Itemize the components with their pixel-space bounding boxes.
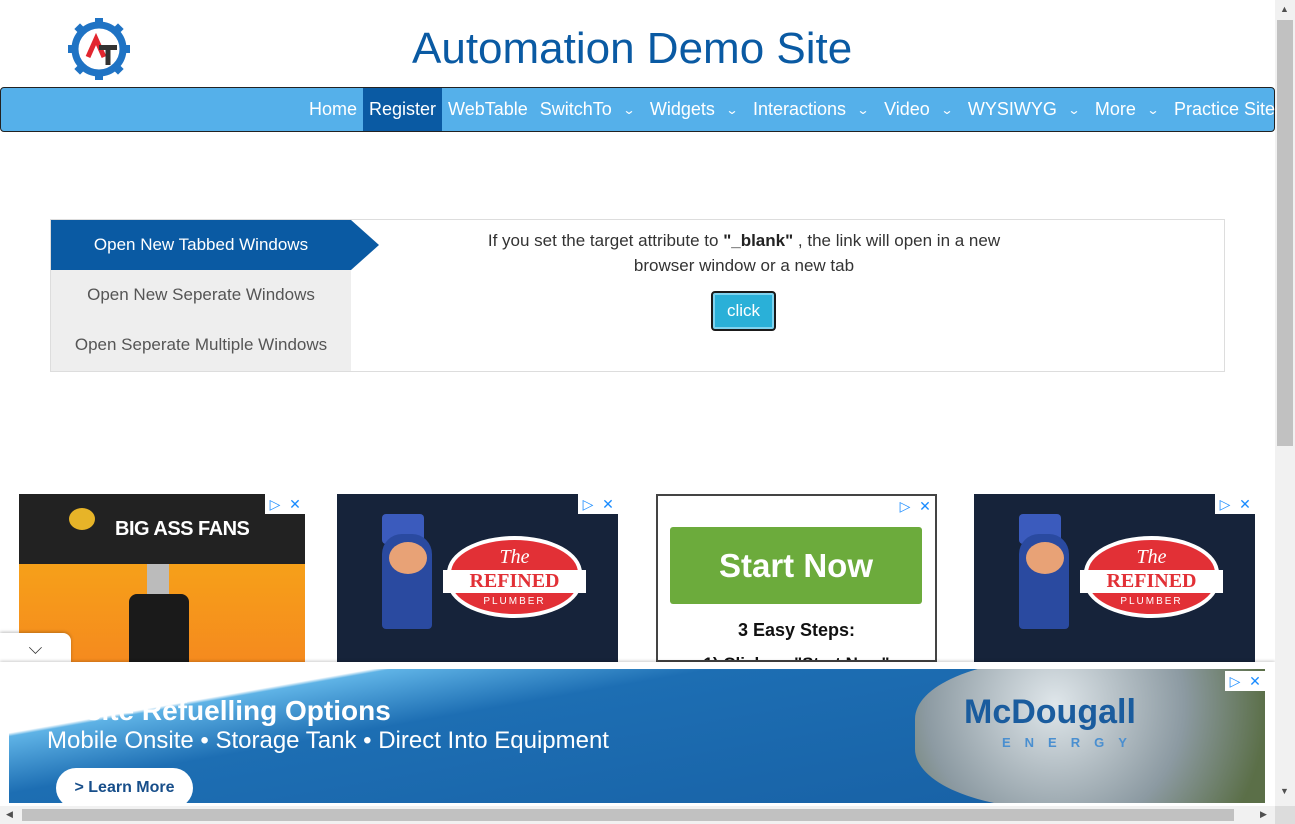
nav-menu: Home Register WebTable SwitchTo ⌄ Widgets… [303,88,1281,131]
start-now-button[interactable]: Start Now [670,527,922,604]
description-text: If you set the target attribute to [487,231,724,250]
fan-image [129,594,189,662]
learn-more-button[interactable]: > Learn More [56,768,193,803]
nav-item-home[interactable]: Home [303,88,363,131]
ad-step-text: 1) Click on "Start Now" [658,654,935,660]
nav-item-wysiwyg[interactable]: WYSIWYG ⌄ [962,88,1089,131]
refined-badge: The REFINED PLUMBER [443,536,586,618]
plumber-face [1026,542,1064,574]
tab-list: Open New Tabbed Windows Open New Seperat… [51,220,379,371]
chevron-down-icon: ⌄ [725,102,739,117]
chevron-down-icon: ⌄ [856,102,870,117]
badge-the: The [499,546,530,568]
close-icon[interactable]: ✕ [598,494,618,514]
adchoices-icon[interactable]: ▷ [1215,494,1235,514]
chevron-down-icon: ⌄ [1146,102,1160,117]
scroll-left-arrow-icon[interactable]: ◀ [6,809,13,820]
nav-item-practice-site[interactable]: Practice Site [1168,88,1281,131]
refined-badge: The REFINED PLUMBER [1080,536,1223,618]
nav-item-label: WYSIWYG [967,99,1057,119]
badge-sub: PLUMBER [483,596,546,607]
click-button[interactable]: click [711,291,776,331]
nav-item-interactions[interactable]: Interactions ⌄ [747,88,878,131]
chevron-down-icon: ⌄ [622,102,636,117]
anchor-ad-collapse-toggle[interactable]: ⌵ [0,633,71,663]
tab-open-new-seperate-windows[interactable]: Open New Seperate Windows [51,270,351,320]
nav-item-webtable[interactable]: WebTable [442,88,534,131]
ad-controls: ▷ ✕ [1215,494,1255,514]
ad-start-now[interactable]: Start Now 3 Easy Steps: 1) Click on "Sta… [656,494,937,662]
vertical-scrollbar[interactable]: ▲ ▼ [1275,0,1295,806]
tab-content: If you set the target attribute to "_bla… [351,220,1224,371]
nav-item-register[interactable]: Register [363,88,443,131]
tab-open-new-tabbed-windows[interactable]: Open New Tabbed Windows [51,220,379,270]
horizontal-scroll-thumb[interactable] [22,809,1234,821]
scroll-up-arrow-icon[interactable]: ▲ [1280,4,1289,14]
adchoices-icon[interactable]: ▷ [1225,671,1245,691]
nav-item-label: Interactions [752,99,847,119]
close-icon[interactable]: ✕ [1245,671,1265,691]
nav-item-more[interactable]: More ⌄ [1089,88,1168,131]
vertical-scroll-thumb[interactable] [1277,20,1293,446]
nav-item-label: Widgets [649,99,715,119]
close-icon[interactable]: ✕ [285,494,305,514]
ad-controls: ▷ ✕ [895,496,935,516]
ad-refined-plumber[interactable]: The REFINED PLUMBER ▷ ✕ [974,494,1255,662]
gear-logo-icon [68,18,130,80]
badge-sub: PLUMBER [1120,596,1183,607]
nav-item-label: Video [884,99,930,119]
ad-brand-sub: ENERGY [1002,735,1141,750]
nav-item-switchto[interactable]: SwitchTo ⌄ [534,88,644,131]
site-title: Automation Demo Site [412,24,853,73]
scroll-down-arrow-icon[interactable]: ▼ [1280,786,1289,796]
description-bold: "_blank" [723,231,794,250]
ad-headline: Onsite Refuelling Options [47,695,391,726]
nav-item-widgets[interactable]: Widgets ⌄ [644,88,747,131]
nav-item-label: Register [369,99,437,119]
anchor-ad-mcdougall[interactable]: Onsite Refuelling Options Mobile Onsite … [9,669,1265,803]
close-icon[interactable]: ✕ [915,496,935,516]
nav-item-label: Practice Site [1174,99,1276,119]
adchoices-icon[interactable]: ▷ [578,494,598,514]
close-icon[interactable]: ✕ [1235,494,1255,514]
nav-item-label: Home [309,99,358,119]
plumber-face [389,542,427,574]
brand-logo-icon [69,508,95,530]
scroll-right-arrow-icon[interactable]: ▶ [1260,809,1267,820]
horizontal-scrollbar[interactable]: ◀ ▶ [0,806,1275,824]
badge-the: The [1136,546,1167,568]
scrollbar-corner [1275,806,1295,824]
ad-steps-heading: 3 Easy Steps: [737,620,856,640]
badge-name: REFINED [1080,570,1223,593]
ad-refined-plumber[interactable]: The REFINED PLUMBER ▷ ✕ [337,494,618,662]
tab-open-seperate-multiple-windows[interactable]: Open Seperate Multiple Windows [51,320,351,370]
badge-name: REFINED [443,570,586,593]
adchoices-icon[interactable]: ▷ [895,496,915,516]
ad-brand: McDougall [964,693,1136,731]
windows-tab-panel: Open New Tabbed Windows Open New Seperat… [50,219,1225,372]
nav-item-label: WebTable [448,99,528,119]
anchor-ad-controls: ▷ ✕ [1225,671,1265,691]
adchoices-icon[interactable]: ▷ [265,494,285,514]
ad-controls: ▷ ✕ [265,494,305,514]
main-navbar: Home Register WebTable SwitchTo ⌄ Widgets… [0,87,1275,132]
chevron-down-icon: ⌄ [940,102,954,117]
nav-item-video[interactable]: Video ⌄ [878,88,962,131]
ad-controls: ▷ ✕ [578,494,618,514]
nav-item-label: More [1094,99,1136,119]
fan-pole [147,564,169,596]
tab-description: If you set the target attribute to "_bla… [469,228,1019,278]
chevron-down-icon: ⌄ [1067,102,1081,117]
nav-item-label: SwitchTo [539,99,612,119]
ad-subline: Mobile Onsite • Storage Tank • Direct In… [47,727,609,754]
ad-brand: BIG ASS FANS [115,518,250,540]
